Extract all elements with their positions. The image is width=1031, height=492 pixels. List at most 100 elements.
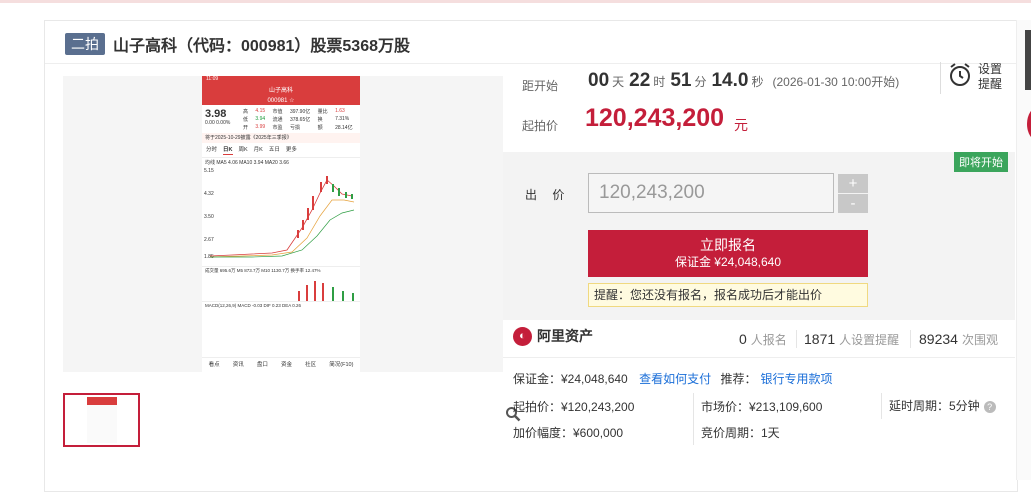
info-divider: [503, 357, 1015, 358]
phone-macd-label: MACD(12,26,9) MACD -0.03 DIF 0.23 DEA 0.…: [205, 303, 302, 308]
phone-bottom-tab: 资金: [280, 362, 292, 368]
countdown-seconds: 14.0: [711, 70, 749, 91]
watch-count-value: 89234: [919, 331, 958, 347]
watch-count: 89234 次围观: [919, 331, 998, 348]
phone-price: 3.98: [205, 108, 227, 120]
phone-tab: 五日: [268, 147, 280, 153]
main-image[interactable]: 11:09 山子高科 000981 ☆ 3.98 0.00 0.00% 高 4.…: [63, 76, 521, 422]
phone-macd-panel: MACD(12,26,9) MACD -0.03 DIF 0.23 DEA 0.…: [202, 301, 360, 342]
bid-amount-input[interactable]: 120,243,200: [588, 173, 834, 213]
quote-cell: 3.94: [255, 116, 266, 122]
platform-brand: ◐ 阿里资产: [513, 326, 593, 346]
signup-count: 0 人报名: [739, 331, 787, 348]
phone-tab: 更多: [285, 147, 297, 153]
bid-label: 出 价: [525, 188, 571, 202]
detail-column-divider: [693, 393, 694, 445]
reminder-count: 1871 人设置提醒: [804, 331, 899, 348]
status-badge: 即将开始: [954, 152, 1008, 172]
quote-cell: 397.90亿: [289, 109, 311, 115]
start-price-value: 120,243,200: [585, 104, 725, 132]
quote-cell: 市盈: [272, 125, 283, 131]
countdown-days-unit: 天: [612, 75, 625, 89]
phone-tab: 月K: [253, 147, 263, 153]
phone-tab: 周K: [238, 147, 248, 153]
signup-count-label: 人报名: [750, 333, 787, 347]
phone-chart-tabs: 分时 日K 周K 月K 五日 更多: [202, 143, 360, 158]
phone-stock-name: 山子高科: [268, 88, 293, 94]
detail-bid-period: 竞价周期：1天: [701, 426, 780, 440]
quote-cell: 开: [243, 125, 249, 131]
how-to-pay-link[interactable]: 查看如何支付: [639, 372, 711, 386]
page-title: 山子高科（代码：000981）股票5368万股: [113, 38, 410, 55]
deposit-info: 保证金：¥24,048,640 查看如何支付 推荐： 银行专用款项: [513, 370, 832, 387]
signup-button[interactable]: 立即报名 保证金 ¥24,048,640: [588, 230, 868, 277]
remind-line-2: 提醒: [978, 77, 1003, 91]
quote-cell: 市值: [272, 109, 283, 115]
start-price-label: 起拍价: [522, 119, 559, 133]
phone-header: 山子高科 000981 ☆: [202, 83, 360, 105]
quote-cell: 量比: [317, 109, 328, 115]
edge-red-circle-icon[interactable]: [1027, 107, 1031, 141]
phone-status-bar: 11:09: [202, 76, 360, 83]
phone-tab: 分时: [206, 147, 218, 153]
deposit-text: 保证金：¥24,048,640: [513, 372, 628, 386]
phone-quote-cells: 高 4.15 市值 397.90亿 量比 1.63 低 3.94 流通 378.…: [243, 108, 357, 131]
phone-bottom-tabs: 看点 资讯 盘口 资金 社区 简况(F10): [202, 357, 360, 372]
watch-count-label: 次围观: [961, 333, 998, 347]
signup-tip: 提醒：您还没有报名，报名成功后才能出价: [588, 283, 868, 307]
detail-delay-period: 延时周期：5分钟?: [889, 397, 996, 414]
remind-line-1: 设置: [978, 62, 1003, 76]
countdown-label: 距开始: [522, 79, 559, 93]
signup-label: 立即报名: [700, 237, 756, 253]
reminder-count-value: 1871: [804, 331, 836, 347]
countdown-minutes: 51: [670, 70, 692, 91]
volume-graphic: [298, 281, 354, 301]
edge-block: [1025, 30, 1031, 90]
image-thumbnail[interactable]: [63, 393, 140, 447]
auction-round-tag: 二拍: [65, 33, 105, 55]
quote-cell: 流通: [272, 117, 283, 123]
detail-column-divider: [881, 393, 882, 419]
signup-deposit: 保证金 ¥24,048,640: [674, 255, 782, 269]
decrease-bid-button[interactable]: -: [838, 194, 868, 213]
set-reminder-label: 设置 提醒: [978, 62, 1002, 92]
alibaba-assets-logo-icon: ◐: [513, 326, 532, 346]
countdown-minutes-unit: 分: [694, 75, 707, 89]
start-time: (2026-01-30 10:00开始): [772, 75, 900, 89]
quote-cell: 亏损: [289, 125, 300, 131]
alarm-clock-icon: [948, 62, 972, 93]
top-accent-bar: [0, 0, 1031, 3]
signup-count-value: 0: [739, 331, 747, 347]
stats-divider: [796, 330, 797, 348]
phone-bottom-tab: 盘口: [256, 362, 268, 368]
title-row: 二拍 山子高科（代码：000981）股票5368万股: [65, 33, 410, 55]
countdown-hours-unit: 时: [653, 75, 666, 89]
phone-price-block: 3.98 0.00 0.00%: [205, 108, 243, 130]
set-reminder-button[interactable]: 设置 提醒: [948, 60, 1006, 94]
quote-cell: 低: [243, 117, 249, 123]
detail-market-price: 市场价：¥213,109,600: [701, 400, 823, 414]
phone-bottom-tab: 看点: [208, 362, 220, 368]
stock-screenshot: 11:09 山子高科 000981 ☆ 3.98 0.00 0.00% 高 4.…: [202, 76, 360, 372]
right-sidebar-edge: [1016, 20, 1031, 480]
detail-start-price: 起拍价：¥120,243,200: [513, 400, 635, 414]
quote-cell: 高: [243, 109, 249, 115]
phone-bottom-tab: 社区: [305, 362, 317, 368]
remind-divider: [940, 62, 941, 94]
kline-graphic: [209, 176, 355, 258]
thumbnail-preview: [87, 397, 117, 443]
phone-kline-chart: 均线 MA5 4.06 MA10 3.94 MA20 3.66 5.15 4.3…: [202, 158, 360, 266]
quote-cell: 额: [317, 125, 323, 131]
bank-payment-link[interactable]: 银行专用款项: [760, 372, 832, 386]
quote-cell: 换: [317, 117, 323, 123]
detail-increment: 加价幅度：¥600,000: [513, 426, 624, 440]
increase-bid-button[interactable]: +: [838, 174, 868, 193]
help-question-icon[interactable]: ?: [983, 400, 996, 413]
platform-name: 阿里资产: [537, 328, 593, 344]
phone-quote: 3.98 0.00 0.00% 高 4.15 市值 397.90亿 量比 1.6…: [202, 105, 360, 133]
countdown-hours: 22: [629, 70, 651, 91]
stats-divider: [910, 330, 911, 348]
quote-cell: 4.15: [255, 108, 266, 114]
quote-cell: 3.99: [255, 124, 266, 130]
countdown-seconds-unit: 秒: [751, 75, 764, 89]
